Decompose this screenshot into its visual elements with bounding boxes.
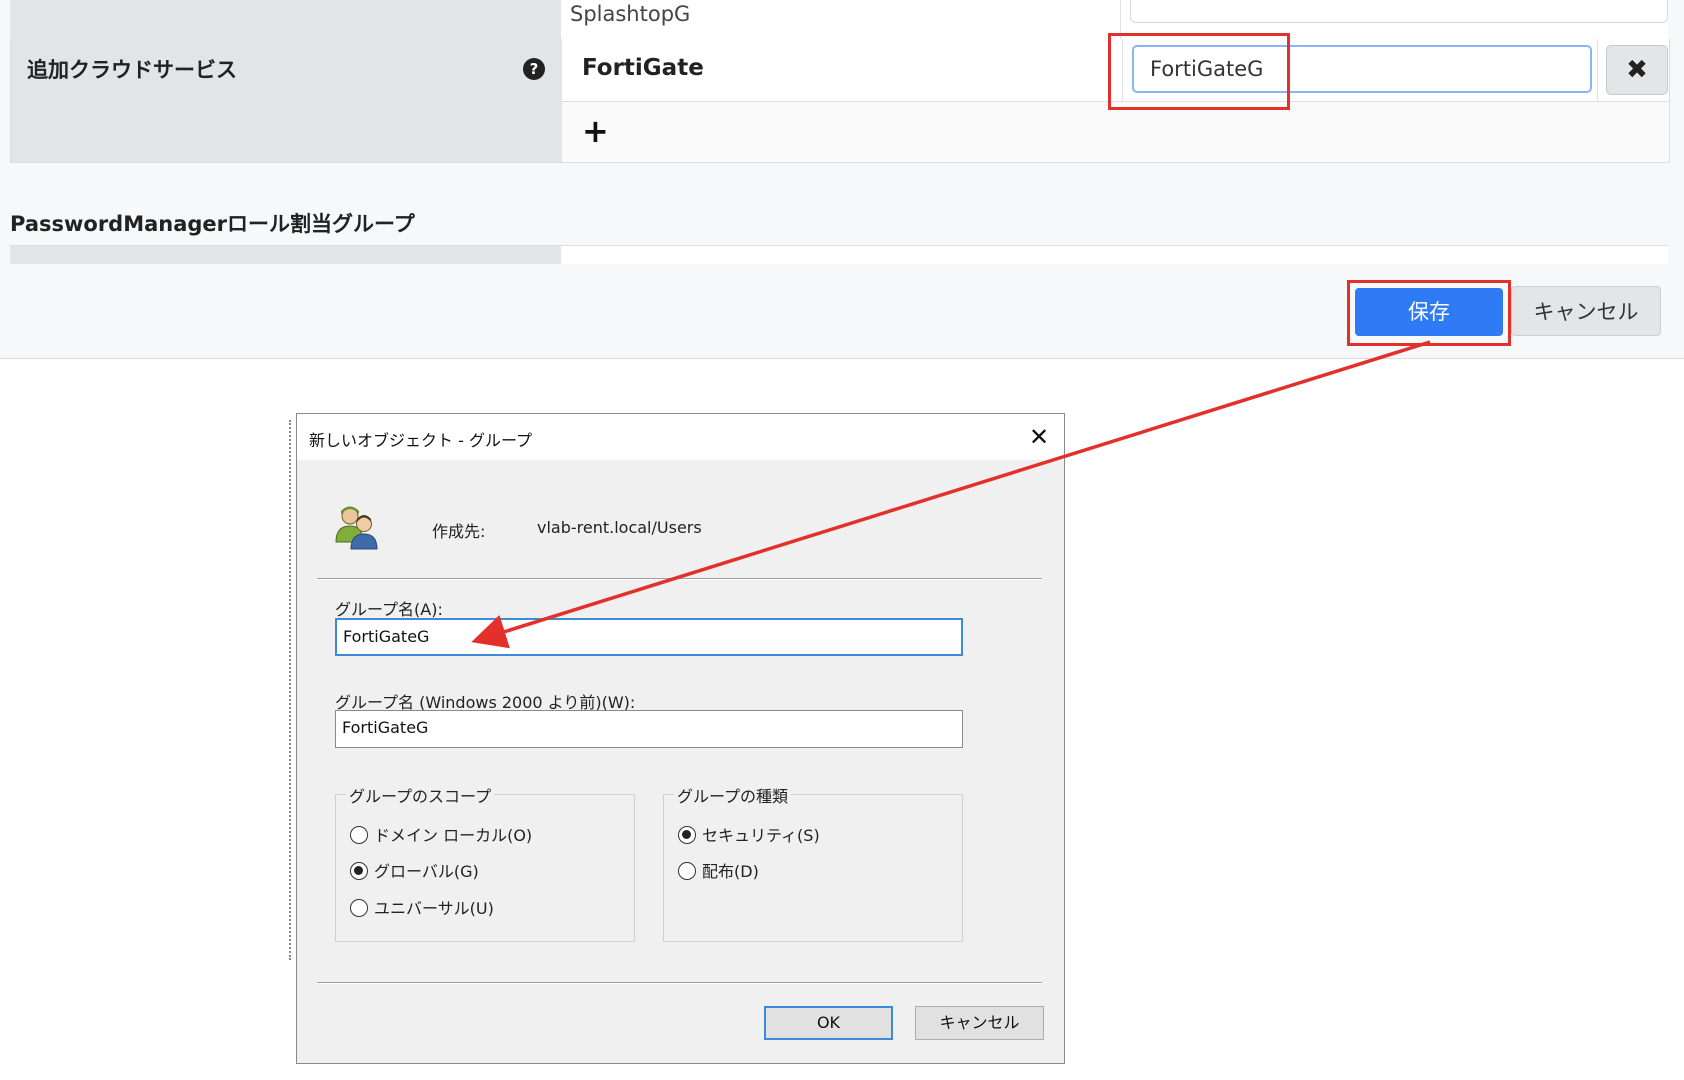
help-icon[interactable]: ? [523,58,545,80]
radio-security[interactable] [678,826,696,844]
group-name-field[interactable]: FortiGateG [335,618,963,656]
service-label-cell: 追加クラウドサービス ? [11,39,562,162]
close-icon[interactable]: ✕ [1024,422,1054,452]
dialog-divider [317,578,1042,580]
service-name: FortiGate [582,55,704,81]
radio-label: ユニバーサル(U) [374,899,494,918]
cancel-button[interactable]: キャンセル [1511,286,1661,336]
users-icon [335,506,378,550]
dialog-divider [317,982,1042,984]
remove-service-button[interactable]: ✖ [1606,45,1668,95]
radio-label: セキュリティ(S) [702,826,820,845]
previous-service-row: SplashtopG [10,0,1668,40]
group-scope-box: グループのスコープ ドメイン ローカル(O) グローバル(G) ユニバーサル(U… [335,783,635,942]
radio-label: ドメイン ローカル(O) [374,826,533,845]
dialog-title: 新しいオブジェクト - グループ [309,431,532,450]
group-scope-legend: グループのスコープ [346,783,495,807]
password-manager-row [10,245,1668,264]
group-name-label: グループ名(A): [335,600,443,619]
ok-button[interactable]: OK [764,1006,893,1040]
new-group-dialog: 新しいオブジェクト - グループ ✕ 作成先: vlab-rent.local/… [296,413,1065,1064]
dialog-cancel-button[interactable]: キャンセル [915,1006,1044,1040]
additional-cloud-service-section: 追加クラウドサービス ? FortiGate FortiGateG ✖ + [10,39,1670,163]
radio-label: グローバル(G) [374,862,479,881]
group-name-pre2000-field[interactable]: FortiGateG [335,710,963,748]
group-type-box: グループの種類 セキュリティ(S) 配布(D) [663,783,963,942]
previous-group-input[interactable] [1130,0,1668,23]
additional-cloud-service-label: 追加クラウドサービス [27,58,237,82]
group-input-highlight [1108,33,1290,110]
dialog-title-bar: 新しいオブジェクト - グループ ✕ [297,414,1064,460]
password-manager-section-heading: PasswordManagerロール割当グループ [10,212,415,236]
group-type-legend: グループの種類 [674,783,792,807]
location-label: 作成先: [432,522,486,541]
location-value: vlab-rent.local/Users [537,518,702,537]
save-button-highlight [1347,280,1511,346]
radio-distribution[interactable] [678,862,696,880]
previous-service-value: SplashtopG [570,2,691,26]
add-service-button[interactable]: + [582,111,609,151]
row-label-cell [10,0,561,39]
column-divider [1597,39,1598,101]
radio-global[interactable] [350,862,368,880]
radio-label: 配布(D) [702,862,759,881]
row-label-cell [10,246,561,264]
radio-universal[interactable] [350,899,368,917]
radio-domain-local[interactable] [350,826,368,844]
